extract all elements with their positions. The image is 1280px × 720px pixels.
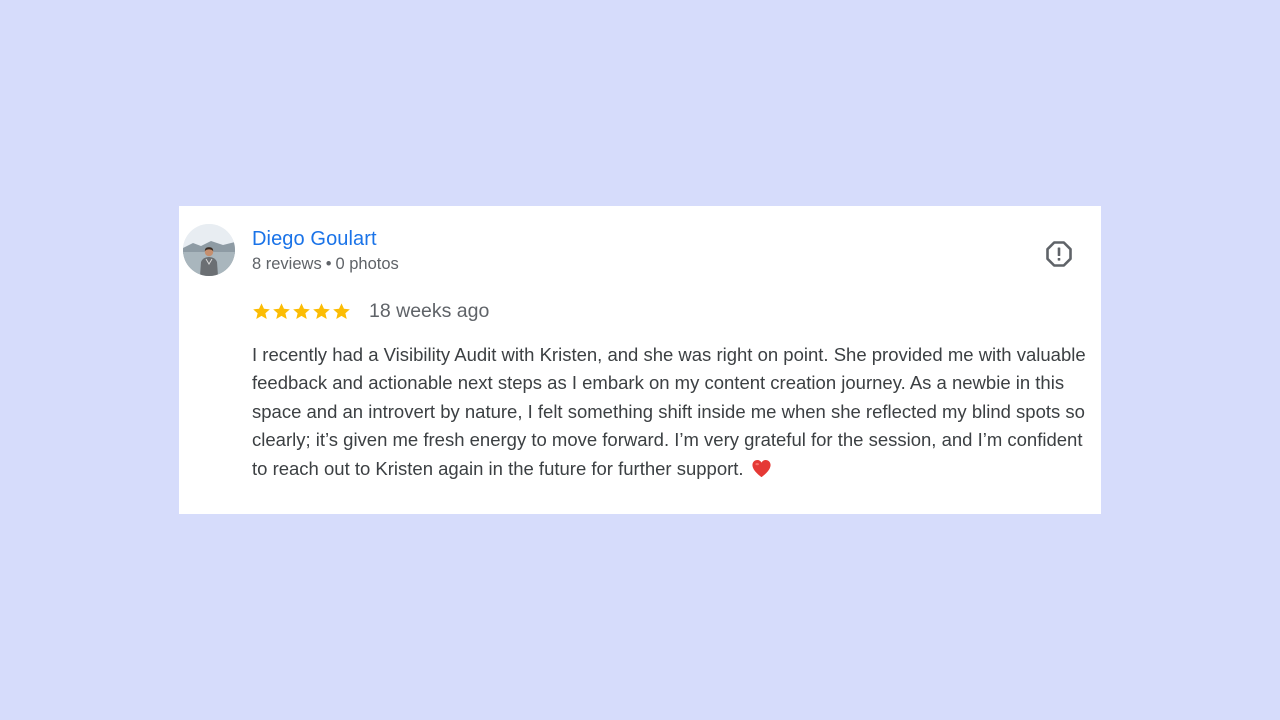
avatar-photo-icon (183, 224, 235, 276)
review-card: Diego Goulart 8 reviews • 0 photos 18 week… (179, 206, 1101, 514)
heart-icon (751, 458, 772, 486)
report-button[interactable] (1041, 236, 1077, 272)
author-name[interactable]: Diego Goulart (252, 227, 377, 251)
review-text: I recently had a Visibility Audit with K… (252, 344, 1091, 479)
rating-row: 18 weeks ago (252, 299, 489, 323)
star-icon (333, 302, 350, 319)
avatar[interactable] (183, 224, 235, 276)
star-rating (252, 302, 351, 321)
star-icon (293, 302, 310, 319)
star-icon (273, 302, 290, 319)
star-icon (313, 302, 330, 319)
photos-count: 0 photos (335, 255, 399, 273)
review-date: 18 weeks ago (369, 300, 490, 322)
review-body: I recently had a Visibility Audit with K… (252, 341, 1098, 486)
meta-separator: • (325, 255, 332, 273)
author-meta: 8 reviews • 0 photos (252, 254, 399, 274)
report-icon (1046, 241, 1072, 267)
reviews-count: 8 reviews (252, 255, 322, 273)
star-icon (253, 302, 270, 319)
